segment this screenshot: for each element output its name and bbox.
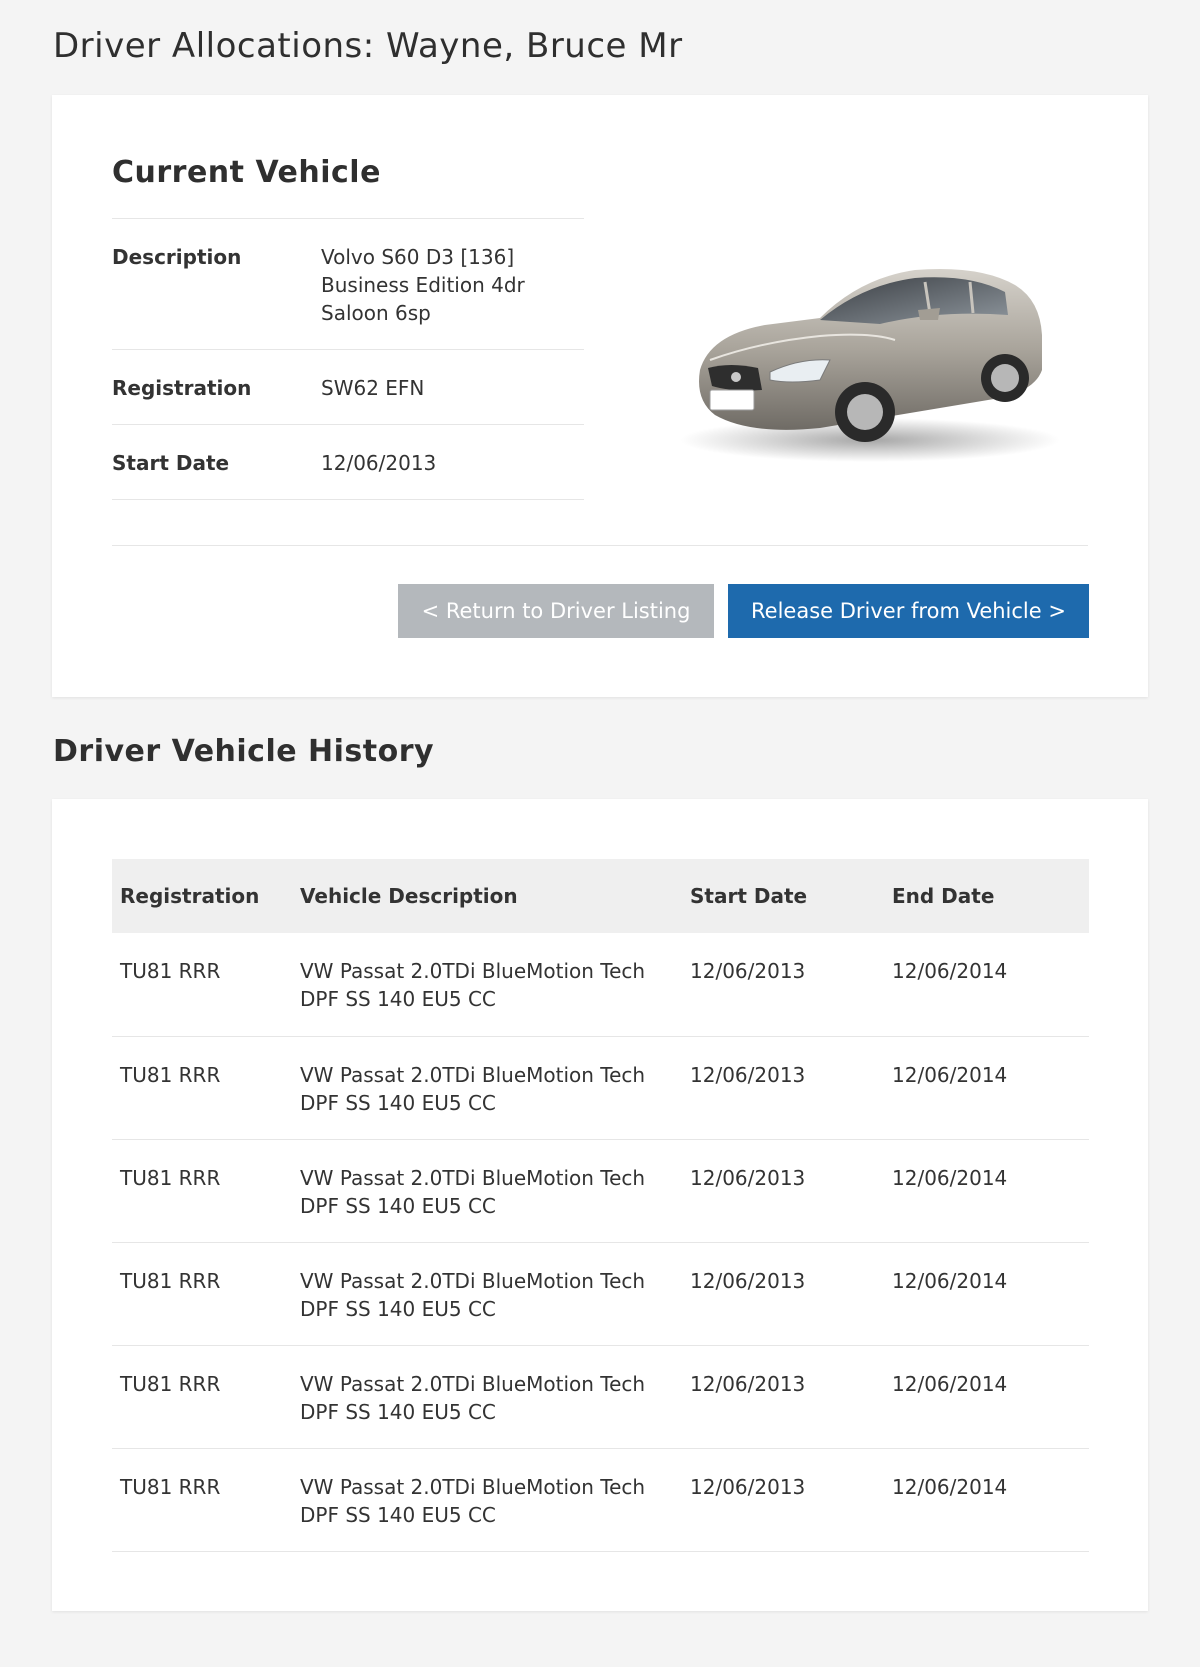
detail-value: Volvo S60 D3 [136] Business Edition 4dr … — [321, 245, 525, 325]
cell-end-date: 12/06/2014 — [884, 1036, 1089, 1140]
description-text: VW Passat 2.0TDi BlueMotion Tech DPF SS … — [300, 1062, 646, 1115]
cell-end-date: 12/06/2014 — [884, 1448, 1089, 1552]
column-header: Start Date — [682, 859, 884, 933]
detail-label: Start Date — [112, 451, 230, 475]
cell-description: VW Passat 2.0TDi BlueMotion Tech DPF SS … — [292, 1242, 682, 1346]
description-text: VW Passat 2.0TDi BlueMotion Tech DPF SS … — [300, 959, 646, 1011]
current-vehicle-card: Current Vehicle Description Volvo S60 D3… — [52, 95, 1148, 697]
table-row: TU81 RRR VW Passat 2.0TDi BlueMotion Tec… — [112, 1139, 1089, 1243]
vehicle-history-card: Registration Vehicle Description Start D… — [52, 799, 1148, 1611]
description-text: VW Passat 2.0TDi BlueMotion Tech DPF SS … — [300, 1474, 646, 1527]
table-row: TU81 RRR VW Passat 2.0TDi BlueMotion Tec… — [112, 1345, 1089, 1449]
cell-end-date: 12/06/2014 — [884, 1345, 1089, 1449]
cell-registration: TU81 RRR — [112, 1242, 292, 1346]
cell-registration: TU81 RRR — [112, 933, 292, 1037]
cell-end-date: 12/06/2014 — [884, 933, 1089, 1037]
description-text: VW Passat 2.0TDi BlueMotion Tech DPF SS … — [300, 1268, 646, 1321]
column-header: Vehicle Description — [292, 859, 682, 933]
detail-label: Registration — [112, 376, 252, 400]
table-row: TU81 RRR VW Passat 2.0TDi BlueMotion Tec… — [112, 933, 1089, 1037]
table-header-row: Registration Vehicle Description Start D… — [112, 859, 1089, 933]
cell-description: VW Passat 2.0TDi BlueMotion Tech DPF SS … — [292, 1448, 682, 1552]
cell-description: VW Passat 2.0TDi BlueMotion Tech DPF SS … — [292, 1139, 682, 1243]
release-driver-button[interactable]: Release Driver from Vehicle > — [728, 584, 1089, 638]
cell-description: VW Passat 2.0TDi BlueMotion Tech DPF SS … — [292, 1036, 682, 1140]
vehicle-image — [670, 240, 1080, 470]
description-text: VW Passat 2.0TDi BlueMotion Tech DPF SS … — [300, 1371, 646, 1424]
cell-start-date: 12/06/2013 — [682, 1139, 884, 1243]
cell-registration: TU81 RRR — [112, 1139, 292, 1243]
card-divider — [112, 545, 1088, 546]
detail-label: Description — [112, 245, 242, 269]
cell-start-date: 12/06/2013 — [682, 1242, 884, 1346]
cell-start-date: 12/06/2013 — [682, 1036, 884, 1140]
cell-end-date: 12/06/2014 — [884, 1242, 1089, 1346]
column-header: Registration — [112, 859, 292, 933]
table-row: TU81 RRR VW Passat 2.0TDi BlueMotion Tec… — [112, 1242, 1089, 1346]
cell-registration: TU81 RRR — [112, 1345, 292, 1449]
detail-value: 12/06/2013 — [321, 451, 437, 475]
detail-row-start-date: Start Date 12/06/2013 — [112, 425, 584, 500]
cell-start-date: 12/06/2013 — [682, 1345, 884, 1449]
cell-description: VW Passat 2.0TDi BlueMotion Tech DPF SS … — [292, 1345, 682, 1449]
cell-registration: TU81 RRR — [112, 1036, 292, 1140]
page-title: Driver Allocations: Wayne, Bruce Mr — [53, 26, 683, 66]
car-image — [680, 269, 1060, 462]
detail-row-description: Description Volvo S60 D3 [136] Business … — [112, 219, 584, 350]
cell-start-date: 12/06/2013 — [682, 933, 884, 1037]
current-vehicle-title: Current Vehicle — [112, 155, 381, 190]
cell-end-date: 12/06/2014 — [884, 1139, 1089, 1243]
history-title: Driver Vehicle History — [53, 734, 435, 769]
cell-registration: TU81 RRR — [112, 1448, 292, 1552]
cell-start-date: 12/06/2013 — [682, 1448, 884, 1552]
history-table: Registration Vehicle Description Start D… — [112, 859, 1089, 1552]
table-row: TU81 RRR VW Passat 2.0TDi BlueMotion Tec… — [112, 1036, 1089, 1140]
cell-description: VW Passat 2.0TDi BlueMotion Tech DPF SS … — [292, 933, 682, 1037]
detail-value: SW62 EFN — [321, 376, 425, 400]
column-header: End Date — [884, 859, 1089, 933]
vehicle-details-list: Description Volvo S60 D3 [136] Business … — [112, 218, 584, 500]
description-text: VW Passat 2.0TDi BlueMotion Tech DPF SS … — [300, 1165, 646, 1218]
detail-row-registration: Registration SW62 EFN — [112, 350, 584, 425]
return-to-driver-listing-button[interactable]: < Return to Driver Listing — [398, 584, 714, 638]
table-row: TU81 RRR VW Passat 2.0TDi BlueMotion Tec… — [112, 1448, 1089, 1552]
